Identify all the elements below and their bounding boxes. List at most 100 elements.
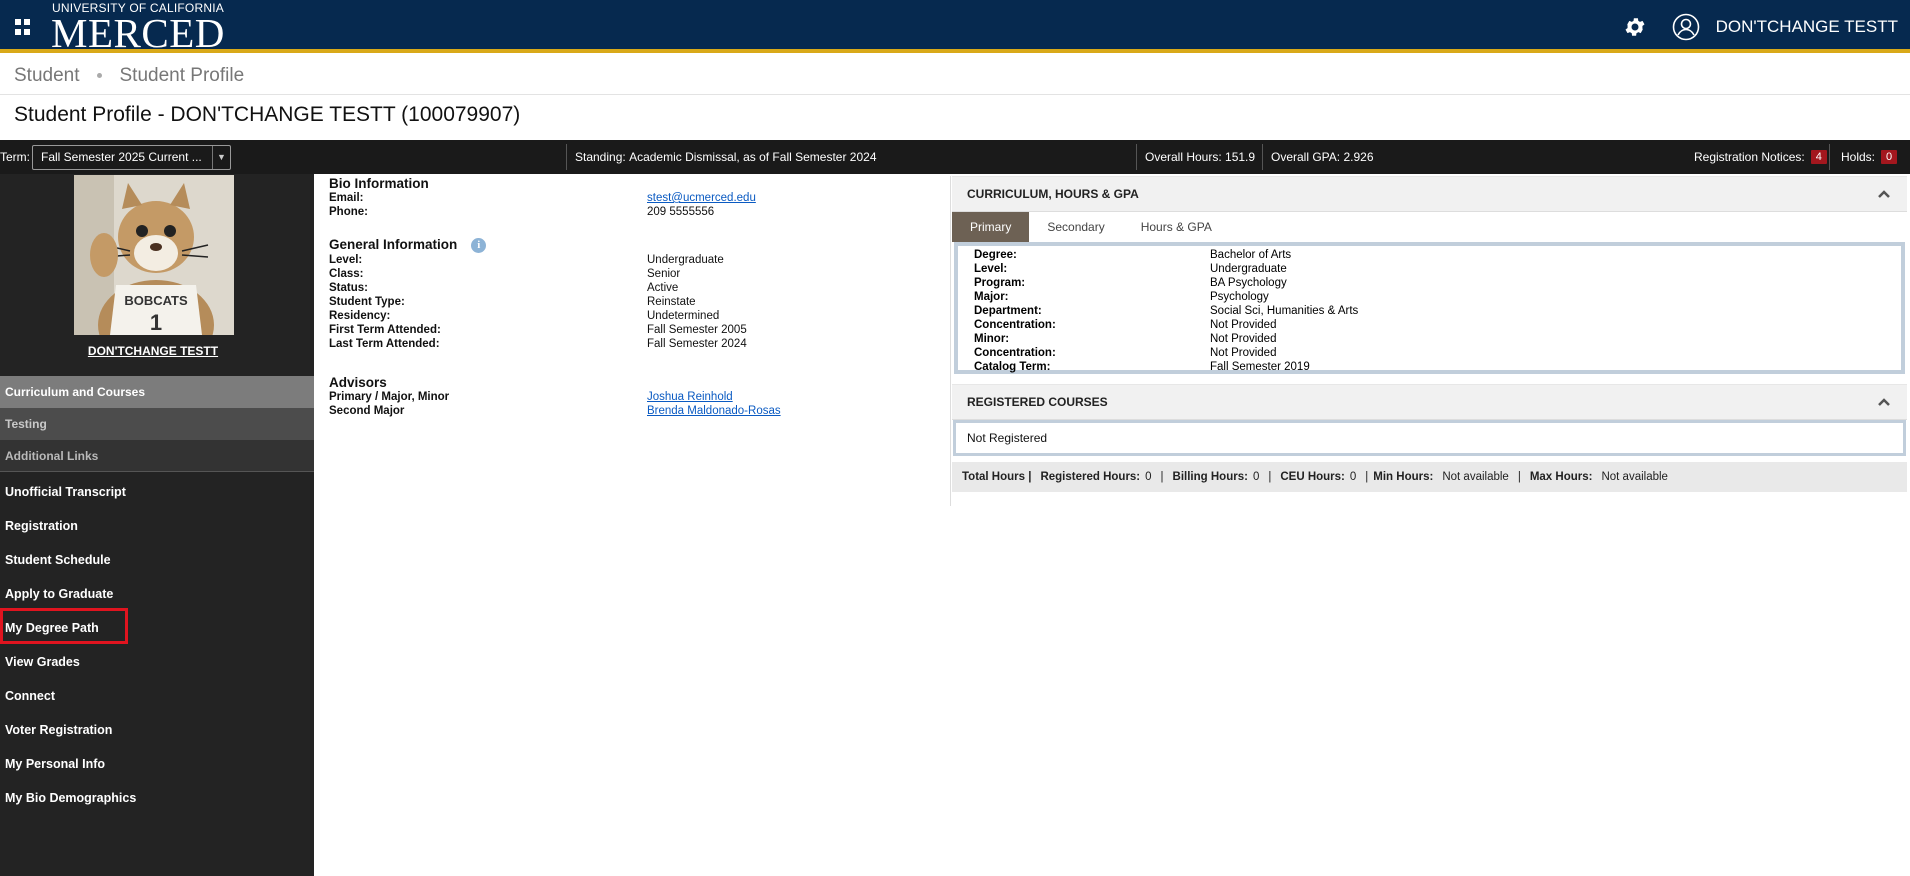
advisor-link[interactable]: Brenda Maldonado-Rosas [647, 405, 781, 417]
tab-primary[interactable]: Primary [952, 212, 1030, 242]
registration-notices-label[interactable]: Registration Notices: [1694, 150, 1805, 164]
general-row: Class: Senior [329, 267, 949, 281]
breadcrumb-student[interactable]: Student [14, 65, 80, 87]
advisor-row: Second Major Brenda Maldonado-Rosas [329, 404, 949, 418]
curriculum-row: Concentration: Not Provided [974, 319, 1901, 333]
class-label: Class: [329, 268, 364, 280]
holds-label[interactable]: Holds: [1841, 150, 1875, 164]
page-title: Student Profile - DON'TCHANGE TESTT (100… [14, 103, 521, 126]
level-label: Level: [329, 254, 363, 266]
divider [1262, 144, 1263, 170]
advisor-link[interactable]: Joshua Reinhold [647, 391, 733, 403]
sidebar-item-view-grades[interactable]: View Grades [0, 645, 314, 679]
highlight-annotation-box [0, 608, 128, 644]
header-user-name[interactable]: DON'TCHANGE TESTT [1716, 17, 1898, 37]
general-row: Residency: Undetermined [329, 309, 949, 323]
svg-text:1: 1 [150, 310, 162, 335]
chevron-up-icon[interactable] [1877, 187, 1891, 201]
email-row: Email: stest@ucmerced.edu [329, 191, 949, 205]
apps-grid-icon[interactable] [15, 19, 31, 35]
holds-badge[interactable]: 0 [1881, 150, 1898, 164]
curriculum-row: Department: Social Sci, Humanities & Arts [974, 305, 1901, 319]
curriculum-row: Major: Psychology [974, 291, 1901, 305]
curriculum-row: Program: BA Psychology [974, 277, 1901, 291]
sidebar-item-apply-to-graduate[interactable]: Apply to Graduate [0, 577, 314, 611]
chevron-up-icon[interactable] [1877, 395, 1891, 409]
curriculum-tabs: Primary Secondary Hours & GPA [952, 212, 1907, 242]
student-photo: BOBCATS 1 [74, 175, 234, 335]
max-hours-value: Not available [1601, 471, 1668, 483]
mascot-image: BOBCATS 1 [74, 175, 234, 335]
section-testing[interactable]: Testing [0, 408, 314, 440]
student-type-value: Reinstate [647, 296, 696, 308]
advisor-role-label: Second Major [329, 405, 405, 417]
registered-hours-value: 0 [1145, 471, 1152, 483]
sidebar-item-my-personal-info[interactable]: My Personal Info [0, 747, 314, 781]
ceu-hours-label: CEU Hours: [1280, 471, 1345, 483]
advisor-row: Primary / Major, Minor Joshua Reinhold [329, 390, 949, 404]
general-information-heading: General Information i [329, 237, 949, 253]
level-value: Undergraduate [647, 254, 724, 266]
advisors-title: Advisors [329, 375, 387, 390]
general-row: Level: Undergraduate [329, 253, 949, 267]
concentration-value: Not Provided [1210, 319, 1277, 331]
term-select[interactable]: Fall Semester 2025 Current ... ▼ [32, 144, 231, 170]
curriculum-row: Degree: Bachelor of Arts [974, 249, 1901, 263]
curriculum-row: Minor: Not Provided [974, 333, 1901, 347]
department-label: Department: [974, 305, 1042, 317]
phone-row: Phone: 209 5555556 [329, 205, 949, 219]
catalog-term-label: Catalog Term: [974, 361, 1051, 373]
registration-notices[interactable]: Registration Notices: 4 [1694, 140, 1827, 174]
overall-gpa-area: Overall GPA: 2.926 [1271, 140, 1374, 174]
gear-icon[interactable] [1623, 15, 1647, 39]
total-hours-label: Total Hours | [962, 471, 1032, 483]
section-additional-links[interactable]: Additional Links [0, 440, 314, 472]
sidebar-links: Unofficial Transcript Registration Stude… [0, 475, 314, 815]
tab-hours-gpa[interactable]: Hours & GPA [1123, 212, 1230, 242]
residency-label: Residency: [329, 310, 391, 322]
term-area: Term: Fall Semester 2025 Current ... ▼ [0, 140, 231, 174]
min-hours-label: Min Hours: [1373, 471, 1434, 483]
student-type-label: Student Type: [329, 296, 405, 308]
sidebar-item-unofficial-transcript[interactable]: Unofficial Transcript [0, 475, 314, 509]
last-term-label: Last Term Attended: [329, 338, 440, 350]
department-value: Social Sci, Humanities & Arts [1210, 305, 1359, 317]
catalog-term-value: Fall Semester 2019 [1210, 361, 1310, 373]
registered-courses-header[interactable]: REGISTERED COURSES [952, 384, 1907, 420]
max-hours-label: Max Hours: [1529, 471, 1593, 483]
general-row: First Term Attended: Fall Semester 2005 [329, 323, 949, 337]
student-name-link[interactable]: DON'TCHANGE TESTT [0, 344, 306, 358]
divider [566, 144, 567, 170]
divider [1829, 144, 1830, 170]
sidebar-item-my-bio-demographics[interactable]: My Bio Demographics [0, 781, 314, 815]
concentration-value: Not Provided [1210, 347, 1277, 359]
sidebar-item-voter-registration[interactable]: Voter Registration [0, 713, 314, 747]
registration-notices-badge[interactable]: 4 [1810, 150, 1827, 164]
student-info-bar: Term: Fall Semester 2025 Current ... ▼ S… [0, 140, 1910, 174]
billing-hours-value: 0 [1252, 471, 1260, 483]
section-curriculum-and-courses[interactable]: Curriculum and Courses [0, 376, 314, 408]
email-link[interactable]: stest@ucmerced.edu [647, 192, 756, 204]
term-value: Fall Semester 2025 Current ... [41, 150, 202, 164]
holds[interactable]: Holds: 0 [1841, 140, 1898, 174]
general-row: Status: Active [329, 281, 949, 295]
standing-label: Standing: [575, 150, 626, 164]
hours-summary-bar: Total Hours | Registered Hours: 0 | Billin… [952, 462, 1907, 492]
tab-secondary[interactable]: Secondary [1029, 212, 1122, 242]
sidebar-item-connect[interactable]: Connect [0, 679, 314, 713]
sidebar-item-student-schedule[interactable]: Student Schedule [0, 543, 314, 577]
sidebar: BOBCATS 1 DON'TCHANGE TESTT Curriculum a… [0, 174, 314, 876]
general-row: Student Type: Reinstate [329, 295, 949, 309]
overall-gpa-value: 2.926 [1343, 150, 1374, 164]
level-value: Undergraduate [1210, 263, 1287, 275]
info-icon[interactable]: i [471, 238, 487, 253]
curriculum-panel-header[interactable]: CURRICULUM, HOURS & GPA [952, 176, 1907, 212]
concentration-label: Concentration: [974, 347, 1056, 359]
dropdown-arrow-icon[interactable]: ▼ [212, 145, 230, 169]
min-hours-value: Not available [1442, 471, 1509, 483]
overall-hours-value: 151.9 [1225, 150, 1256, 164]
svg-text:BOBCATS: BOBCATS [124, 293, 188, 308]
sidebar-item-registration[interactable]: Registration [0, 509, 314, 543]
user-icon[interactable] [1672, 13, 1700, 41]
curriculum-row: Level: Undergraduate [974, 263, 1901, 277]
